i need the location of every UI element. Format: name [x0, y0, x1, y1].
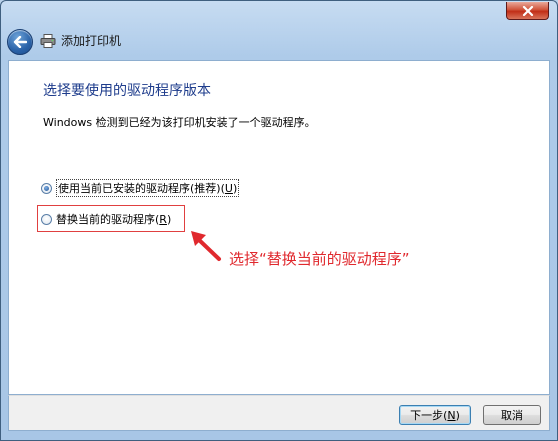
- cancel-button[interactable]: 取消: [483, 405, 541, 425]
- radio-use-current-driver[interactable]: [41, 182, 52, 194]
- option-use-current-driver[interactable]: 使用当前已安装的驱动程序(推荐)(U): [41, 179, 240, 197]
- back-button[interactable]: [7, 29, 33, 55]
- close-button[interactable]: [506, 2, 549, 20]
- back-arrow-icon: [13, 36, 27, 48]
- next-button[interactable]: 下一步(N): [399, 405, 471, 425]
- window-title: 添加打印机: [61, 34, 122, 48]
- printer-icon: [40, 34, 56, 48]
- button-bar: 下一步(N) 取消: [8, 395, 550, 431]
- page-heading: 选择要使用的驱动程序版本: [43, 83, 211, 99]
- annotation-text: 选择“替换当前的驱动程序”: [229, 250, 410, 268]
- option-use-current-label: 使用当前已安装的驱动程序(推荐)(U): [56, 179, 240, 197]
- close-icon: [522, 5, 533, 16]
- navigation-bar: 添加打印机: [7, 29, 547, 55]
- page-description: Windows 检测到已经为该打印机安装了一个驱动程序。: [43, 116, 316, 129]
- add-printer-window: 添加打印机 选择要使用的驱动程序版本 Windows 检测到已经为该打印机安装了…: [0, 0, 558, 441]
- highlight-box: [37, 205, 185, 232]
- red-arrow-icon: [191, 231, 221, 261]
- content-panel: 选择要使用的驱动程序版本 Windows 检测到已经为该打印机安装了一个驱动程序…: [8, 60, 550, 395]
